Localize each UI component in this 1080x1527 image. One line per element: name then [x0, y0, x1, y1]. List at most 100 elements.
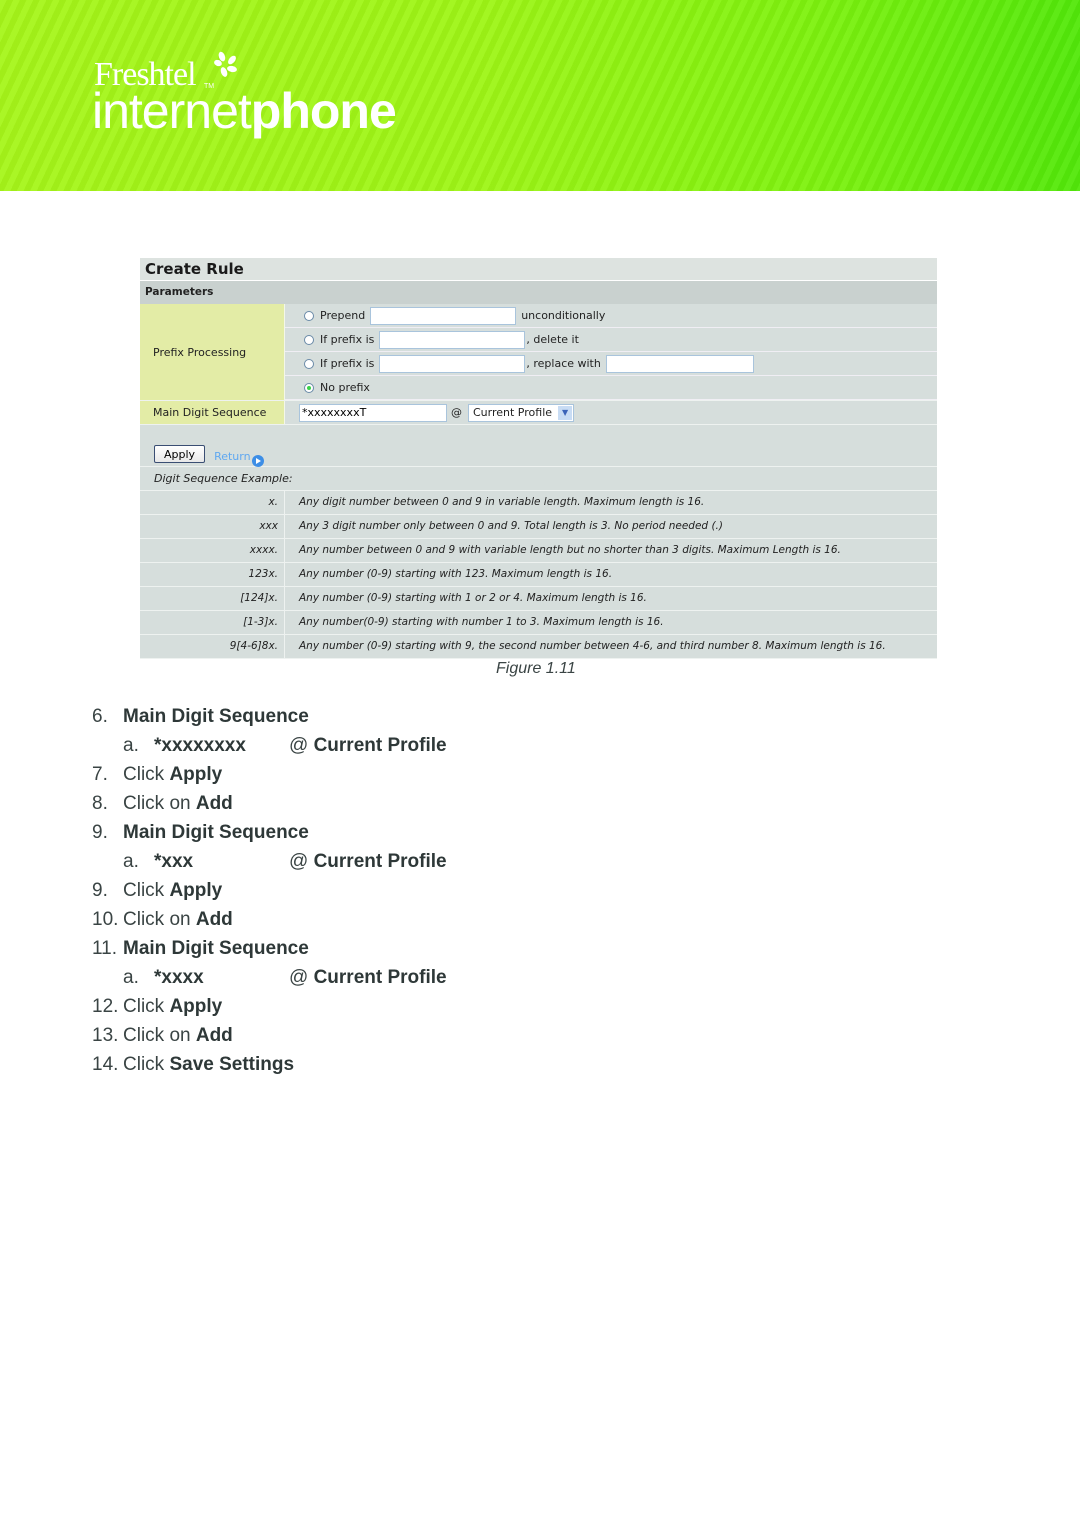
return-label[interactable]: Return: [214, 450, 251, 463]
example-description: Any number (0-9) starting with 123. Maxi…: [285, 563, 937, 586]
step-text: Click: [123, 1054, 170, 1075]
step-item: 10. Click on Add: [92, 905, 447, 934]
step-item: 6. Main Digit Sequence: [92, 702, 447, 731]
prepend-input[interactable]: [370, 306, 517, 325]
example-code: 9[4-6]8x.: [140, 635, 285, 658]
action-row: Apply Return: [140, 425, 937, 467]
delete-prefix-option: If prefix is , delete it: [285, 328, 937, 352]
prepend-radio[interactable]: [304, 310, 314, 321]
step-text: Click on: [123, 793, 196, 814]
create-rule-title: Create Rule: [140, 258, 937, 281]
step-keyword: Apply: [169, 996, 223, 1017]
no-prefix-option: No prefix: [285, 376, 937, 400]
return-link[interactable]: Return: [214, 450, 264, 467]
logo-product-light: internet: [92, 83, 252, 139]
sub-step-sequence: *xxx: [154, 851, 194, 872]
sub-step: a. *xxxx @ Current Profile: [92, 963, 447, 992]
replace-prefix-input[interactable]: [379, 354, 526, 373]
sub-step-at: @: [289, 967, 309, 988]
example-row: 123x. Any number (0-9) starting with 123.…: [140, 563, 937, 587]
example-row: x. Any digit number between 0 and 9 in va…: [140, 491, 937, 515]
play-arrow-icon[interactable]: [251, 455, 264, 467]
step-text: Click: [123, 880, 170, 901]
step-number: 14.: [92, 1054, 119, 1075]
step-text: Click on: [123, 1025, 196, 1046]
step-number: 9.: [92, 822, 108, 843]
step-keyword: Main Digit Sequence: [123, 822, 309, 843]
sub-step-profile: Current Profile: [313, 967, 447, 988]
sub-step-at: @: [289, 735, 309, 756]
prefix-processing-label: Prefix Processing: [140, 304, 285, 400]
delete-prefix-radio[interactable]: [304, 334, 314, 345]
example-code: xxx: [140, 515, 285, 538]
example-description: Any number (0-9) starting with 1 or 2 or…: [285, 587, 937, 610]
sub-step-letter: a.: [123, 851, 139, 872]
example-description: Any 3 digit number only between 0 and 9.…: [285, 515, 937, 538]
logo-product-bold: phone: [250, 83, 397, 139]
step-keyword: Main Digit Sequence: [123, 938, 309, 959]
example-code: [124]x.: [140, 587, 285, 610]
examples-table: x. Any digit number between 0 and 9 in va…: [140, 491, 937, 659]
figure-caption: Figure 1.11: [496, 660, 576, 677]
step-number: 10.: [92, 909, 119, 930]
step-keyword: Add: [195, 1025, 233, 1046]
sub-step-letter: a.: [123, 735, 139, 756]
replace-prefix-suffix: , replace with: [526, 357, 601, 370]
prepend-suffix: unconditionally: [521, 309, 606, 322]
step-number: 12.: [92, 996, 119, 1017]
example-description: Any number(0-9) starting with number 1 t…: [285, 611, 937, 634]
example-code: [1-3]x.: [140, 611, 285, 634]
digit-sequence-example-heading: Digit Sequence Example:: [140, 467, 937, 491]
step-number: 6.: [92, 706, 108, 727]
replace-with-input[interactable]: [605, 354, 754, 373]
sub-step: a. *xxx @ Current Profile: [92, 847, 447, 876]
sub-step-letter: a.: [123, 967, 139, 988]
profile-select[interactable]: Current Profile ▼: [468, 403, 575, 422]
no-prefix-label: No prefix: [320, 381, 370, 394]
step-keyword: Add: [195, 793, 233, 814]
step-item: 9. Main Digit Sequence: [92, 818, 447, 847]
replace-prefix-radio[interactable]: [304, 358, 314, 369]
step-number: 7.: [92, 764, 108, 785]
prepend-option: Prepend unconditionally: [285, 304, 937, 328]
flower-icon: [214, 51, 237, 77]
step-keyword: Apply: [169, 764, 223, 785]
create-rule-screenshot: Create Rule Parameters Prefix Processing…: [140, 258, 937, 659]
step-keyword: Add: [195, 909, 233, 930]
instruction-steps: 6. Main Digit Sequence a. *xxxxxxxx @ Curren…: [92, 702, 447, 1079]
main-digit-sequence-row: Main Digit Sequence @ Current Profile ▼: [140, 401, 937, 425]
delete-prefix-label: If prefix is: [320, 333, 375, 346]
step-number: 13.: [92, 1025, 119, 1046]
example-description: Any number between 0 and 9 with variable…: [285, 539, 937, 562]
example-description: Any digit number between 0 and 9 in vari…: [285, 491, 937, 514]
delete-prefix-input[interactable]: [379, 330, 526, 349]
example-row: xxx Any 3 digit number only between 0 and…: [140, 515, 937, 539]
step-number: 11.: [92, 938, 118, 959]
parameters-section-header: Parameters: [140, 281, 937, 304]
main-digit-sequence-input[interactable]: [299, 403, 447, 422]
sub-step-sequence: *xxxxxxxx: [154, 735, 246, 756]
example-row: xxxx. Any number between 0 and 9 with var…: [140, 539, 937, 563]
step-item: 12. Click Apply: [92, 992, 447, 1021]
step-item: 14. Click Save Settings: [92, 1050, 447, 1079]
prepend-label: Prepend: [320, 309, 366, 322]
example-row: 9[4-6]8x. Any number (0-9) starting with …: [140, 635, 937, 659]
delete-prefix-suffix: , delete it: [526, 333, 579, 346]
step-keyword: Apply: [169, 880, 223, 901]
example-row: [124]x. Any number (0-9) starting with 1 …: [140, 587, 937, 611]
step-item: 13. Click on Add: [92, 1021, 447, 1050]
example-code: xxxx.: [140, 539, 285, 562]
sub-step-at: @: [289, 851, 309, 872]
example-code: x.: [140, 491, 285, 514]
step-number: 8.: [92, 793, 108, 814]
sub-step-profile: Current Profile: [313, 851, 447, 872]
at-symbol: @: [451, 406, 462, 419]
profile-select-value: Current Profile: [473, 406, 553, 419]
step-text: Click: [123, 764, 170, 785]
apply-button[interactable]: Apply: [154, 445, 206, 463]
chevron-down-icon[interactable]: ▼: [558, 405, 573, 420]
prefix-processing-row: Prefix Processing Prepend unconditionall…: [140, 304, 937, 401]
no-prefix-radio[interactable]: [304, 382, 314, 393]
logo-product-text: internetphone: [92, 82, 397, 140]
replace-prefix-option: If prefix is , replace with: [285, 352, 937, 376]
